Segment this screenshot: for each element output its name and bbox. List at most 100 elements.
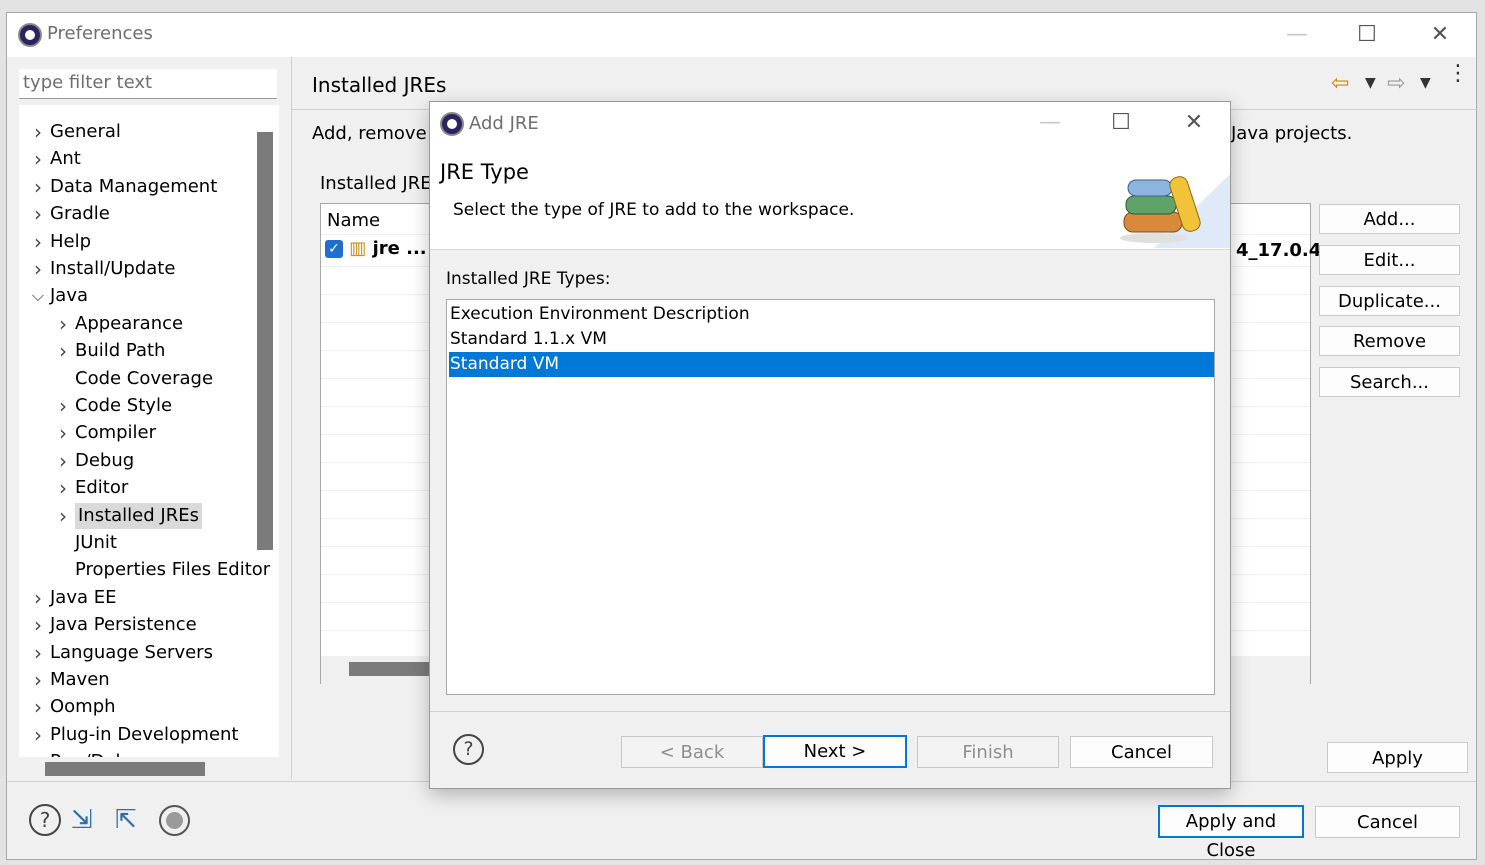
tree-vertical-scrollbar[interactable] [257,132,273,550]
search-button[interactable]: Search... [1319,367,1460,397]
chevron-right-icon[interactable]: › [31,229,45,255]
chevron-down-icon[interactable]: ⌵ [31,283,45,309]
tree-item[interactable]: › Language Servers [19,640,257,666]
jre-table-row[interactable]: ✓ ▥ jre ... [325,238,427,259]
tree-item[interactable]: ⌵ Java [19,283,257,309]
chevron-right-icon[interactable]: › [31,722,45,748]
installed-jre-types-label: Installed JRE Types: [446,269,611,289]
chevron-right-icon[interactable]: › [56,503,70,529]
tree-item[interactable]: › Build Path [19,338,257,364]
minimize-button[interactable]: — [1277,20,1317,50]
apply-and-close-button[interactable]: Apply and Close [1158,805,1304,861]
tree-item[interactable]: › General [19,119,257,145]
tree-item-label: Ant [50,148,81,170]
forward-menu-chevron-down-icon[interactable]: ▼ [1420,75,1431,91]
tree-item[interactable]: › Help [19,229,257,255]
tree-item[interactable]: › Installed JREs [19,502,257,529]
chevron-right-icon[interactable]: › [31,612,45,638]
next-button[interactable]: Next > [763,735,907,768]
tree-item-label: Build Path [75,340,166,362]
chevron-right-icon[interactable]: › [31,174,45,200]
jre-type-item-selected[interactable]: Standard VM [449,352,1214,377]
edit-button[interactable]: Edit... [1319,245,1460,275]
record-icon[interactable] [159,805,190,836]
back-menu-chevron-down-icon[interactable]: ▼ [1365,75,1376,91]
dialog-maximize-button[interactable]: ☐ [1101,108,1141,138]
installed-jres-label: Installed JREs [320,173,441,194]
apply-button[interactable]: Apply [1327,742,1468,773]
back-arrow-icon[interactable]: ⇦ [1331,71,1349,96]
chevron-right-icon[interactable]: › [31,694,45,720]
chevron-right-icon[interactable]: › [31,667,45,693]
chevron-right-icon[interactable]: › [31,146,45,172]
jre-types-list[interactable]: Execution Environment Description Standa… [446,299,1215,695]
tree-item-label: General [50,121,121,142]
jre-type-item[interactable]: Execution Environment Description [449,302,1214,327]
close-button[interactable]: ✕ [1420,20,1460,50]
filter-input[interactable]: type filter text [19,69,277,99]
chevron-right-icon[interactable]: › [31,256,45,282]
export-icon[interactable]: ⇱ [115,805,149,837]
help-icon[interactable]: ? [29,804,61,836]
tree-item-label: Editor [75,477,129,499]
page-description-tail: Java projects. [1231,123,1353,144]
jre-row-name: jre ... [372,238,427,259]
back-button[interactable]: < Back [621,736,763,768]
chevron-right-icon[interactable]: › [56,393,70,419]
pane-divider [291,57,292,779]
tree-item-label: Language Servers [50,641,213,663]
view-menu-icon[interactable]: ⋮ [1447,63,1469,85]
remove-button[interactable]: Remove [1319,326,1460,356]
tree-item-label: Code Coverage [75,367,214,389]
chevron-right-icon[interactable]: › [31,749,45,757]
tree-item[interactable]: › Code Style [19,393,257,419]
chevron-right-icon[interactable]: › [56,311,70,337]
jre-library-icon [1120,174,1230,248]
tree-item-label: Run/Debug [50,749,150,757]
tree-item[interactable]: Code Coverage [19,366,257,392]
chevron-right-icon[interactable]: › [56,475,70,501]
dialog-close-button[interactable]: ✕ [1174,108,1214,138]
chevron-right-icon[interactable]: › [31,640,45,666]
finish-button[interactable]: Finish [917,736,1059,768]
chevron-right-icon[interactable]: › [56,420,70,446]
maximize-button[interactable]: ☐ [1347,20,1387,50]
tree-item[interactable]: › Data Management [19,174,257,200]
dialog-minimize-button[interactable]: — [1030,108,1070,138]
cancel-button[interactable]: Cancel [1315,806,1460,838]
jre-default-checkbox[interactable]: ✓ [325,240,343,258]
jre-type-item[interactable]: Standard 1.1.x VM [449,327,1214,352]
tree-item[interactable]: JUnit [19,530,257,556]
dialog-cancel-button[interactable]: Cancel [1070,736,1213,768]
tree-item[interactable]: › Ant [19,146,257,172]
forward-arrow-icon[interactable]: ⇨ [1387,71,1405,96]
tree-item[interactable]: › Compiler [19,420,257,446]
chevron-right-icon[interactable]: › [56,448,70,474]
column-header-name[interactable]: Name [327,210,380,231]
add-button[interactable]: Add... [1319,204,1460,234]
tree-item[interactable]: › Java Persistence [19,612,257,638]
jre-library-icon: ▥ [349,238,367,259]
chevron-right-icon[interactable]: › [31,119,45,145]
tree-item-label: Appearance [75,312,184,334]
chevron-right-icon[interactable]: › [56,338,70,364]
tree-item[interactable]: Properties Files Editor [19,557,270,583]
tree-item[interactable]: › Run/Debug [19,749,257,757]
tree-item[interactable]: › Plug-in Development [19,722,257,748]
chevron-right-icon[interactable]: › [31,585,45,611]
import-icon[interactable]: ⇲ [71,805,105,837]
tree-item[interactable]: › Appearance [19,311,257,337]
tree-horizontal-scrollbar[interactable] [45,762,205,776]
tree-item[interactable]: › Editor [19,475,257,501]
tree-item[interactable]: › Maven [19,667,257,693]
tree-item[interactable]: › Debug [19,448,257,474]
tree-item[interactable]: › Oomph [19,694,257,720]
tree-item[interactable]: › Java EE [19,585,257,611]
eclipse-app-icon [18,23,42,47]
duplicate-button[interactable]: Duplicate... [1319,286,1460,316]
tree-item[interactable]: › Install/Update [19,256,257,282]
tree-item[interactable]: › Gradle [19,201,257,227]
table-horizontal-scrollbar[interactable] [349,662,439,676]
help-icon[interactable]: ? [453,734,484,765]
chevron-right-icon[interactable]: › [31,201,45,227]
